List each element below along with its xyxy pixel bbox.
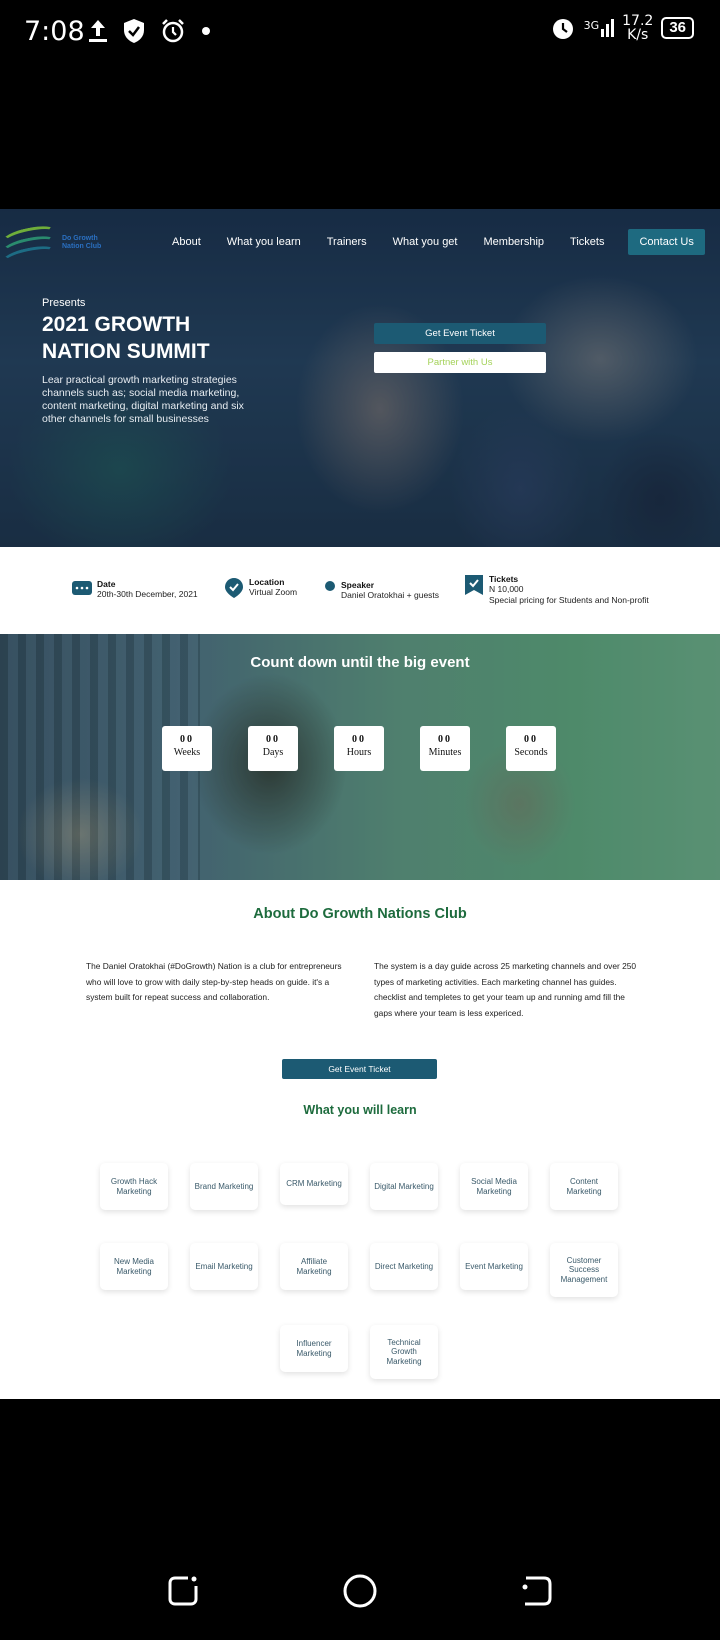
skill-card[interactable]: Growth Hack Marketing [100, 1163, 168, 1210]
countdown-title: Count down until the big event [250, 654, 470, 671]
logo-swoosh-icon [0, 220, 58, 270]
nav-what-you-learn[interactable]: What you learn [227, 236, 301, 248]
info-location: Location Virtual Zoom [224, 577, 297, 599]
floating-panel-edge[interactable] [706, 1178, 720, 1388]
event-info-strip: Date 20th-30th December, 2021 Location V… [0, 547, 720, 634]
countdown-hours: 00 Hours [334, 726, 384, 771]
shield-icon [124, 19, 144, 43]
about-title: About Do Growth Nations Club [253, 906, 467, 922]
about-get-ticket-button[interactable]: Get Event Ticket [282, 1059, 437, 1079]
skill-card[interactable]: Content Marketing [550, 1163, 618, 1210]
contact-us-button[interactable]: Contact Us [628, 229, 705, 255]
signal-icon: 3G [584, 19, 615, 37]
status-bar: 7:08 3G 17.2 K/s 36 [0, 0, 720, 66]
upload-icon [89, 20, 107, 42]
partner-with-us-button[interactable]: Partner with Us [374, 352, 546, 373]
nav-what-you-get[interactable]: What you get [393, 236, 458, 248]
skill-card[interactable]: Digital Marketing [370, 1163, 438, 1210]
skill-card[interactable]: Event Marketing [460, 1243, 528, 1290]
webpage: Do Growth Nation Club About What you lea… [0, 209, 720, 1399]
clock: 7:08 [24, 16, 85, 47]
skill-card[interactable]: CRM Marketing [280, 1163, 348, 1205]
network-speed: 17.2 K/s [622, 13, 654, 43]
main-nav: About What you learn Trainers What you g… [172, 229, 705, 255]
countdown-boxes: 00 Weeks 00 Days 00 Hours 00 Minutes 00 Secon… [162, 726, 592, 771]
dot-icon [202, 27, 210, 35]
learn-title: What you will learn [303, 1103, 417, 1117]
logo[interactable]: Do Growth Nation Club [0, 217, 120, 270]
logo-text: Do Growth Nation Club [62, 235, 102, 250]
skill-card[interactable]: Customer Success Management [550, 1243, 618, 1297]
skill-card[interactable]: Social Media Marketing [460, 1163, 528, 1210]
info-date: Date 20th-30th December, 2021 [72, 579, 198, 600]
nav-about[interactable]: About [172, 236, 201, 248]
system-nav-bar [0, 1556, 720, 1636]
countdown-minutes: 00 Minutes [420, 726, 470, 771]
ticket-bookmark-icon [465, 575, 483, 595]
info-speaker: Speaker Daniel Oratokhai + guests [324, 580, 439, 601]
skill-card[interactable]: New Media Marketing [100, 1243, 168, 1290]
phone-screen: 7:08 3G 17.2 K/s 36 Do Growth Nation Clu… [0, 0, 720, 1640]
hero-description: Lear practical growth marketing strategi… [42, 374, 244, 425]
hero-title: 2021 GROWTH NATION SUMMIT [42, 313, 210, 363]
recent-apps-icon[interactable] [166, 1574, 200, 1608]
skill-card[interactable]: Affiliate Marketing [280, 1243, 348, 1290]
countdown-seconds: 00 Seconds [506, 726, 556, 771]
location-check-icon [225, 578, 243, 598]
nav-tickets[interactable]: Tickets [570, 236, 604, 248]
skill-card[interactable]: Direct Marketing [370, 1243, 438, 1290]
countdown-days: 00 Days [248, 726, 298, 771]
calendar-icon [72, 581, 92, 595]
get-event-ticket-button[interactable]: Get Event Ticket [374, 323, 546, 344]
skill-card[interactable]: Influencer Marketing [280, 1325, 348, 1372]
presents-label: Presents [42, 297, 86, 309]
nav-trainers[interactable]: Trainers [327, 236, 367, 248]
speaker-dot-icon [325, 581, 335, 591]
battery-icon: 36 [661, 17, 694, 39]
skill-card[interactable]: Email Marketing [190, 1243, 258, 1290]
skill-card[interactable]: Technical Growth Marketing [370, 1325, 438, 1379]
about-section: About Do Growth Nations Club The Daniel … [0, 880, 720, 1399]
back-icon[interactable] [520, 1574, 554, 1608]
skill-card[interactable]: Brand Marketing [190, 1163, 258, 1210]
about-text-left: The Daniel Oratokhai (#DoGrowth) Nation … [86, 961, 342, 1002]
alarm-icon [162, 19, 184, 43]
home-icon[interactable] [342, 1574, 378, 1610]
alarm-status-icon [552, 19, 573, 39]
hero-section: Do Growth Nation Club About What you lea… [0, 209, 720, 547]
countdown-weeks: 00 Weeks [162, 726, 212, 771]
info-tickets: Tickets N 10,000 Special pricing for Stu… [464, 574, 649, 606]
countdown-section: Count down until the big event 00 Weeks 0… [0, 634, 720, 880]
nav-membership[interactable]: Membership [484, 236, 545, 248]
about-text-right: The system is a day guide across 25 mark… [374, 961, 637, 1018]
